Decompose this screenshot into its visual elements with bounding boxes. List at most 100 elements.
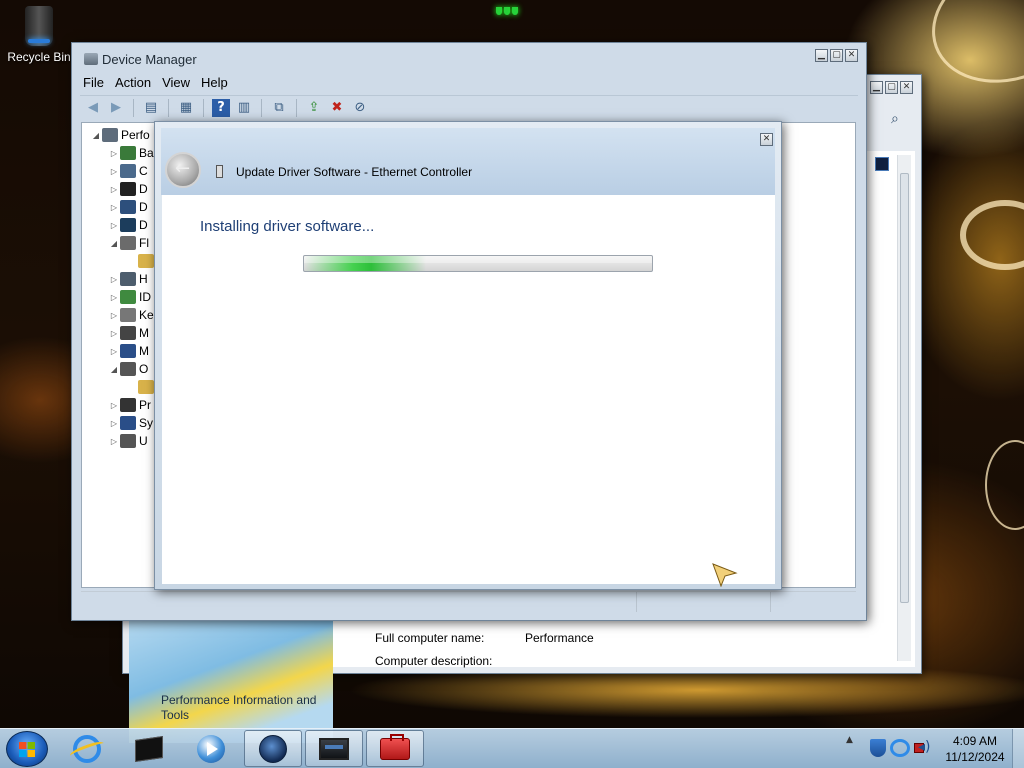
taskbar-toolbox-app[interactable] (366, 730, 424, 767)
taskbar-globe-app[interactable] (244, 730, 302, 767)
tree-expander-icon[interactable]: ▷ (108, 311, 120, 320)
tree-expander-icon[interactable]: ◢ (108, 239, 120, 248)
tree-expander-icon[interactable]: ◢ (108, 365, 120, 374)
tree-item[interactable]: ▷ M (108, 324, 149, 342)
tree-item[interactable]: ▷ D (108, 216, 148, 234)
toolbar-separator (296, 98, 297, 117)
start-button[interactable] (6, 731, 48, 767)
volume-icon[interactable]: ◂) (918, 739, 934, 757)
tree-item[interactable]: ▷ Ke (108, 306, 154, 324)
maximize-button[interactable]: ▢ (830, 49, 843, 62)
device-category-icon (120, 434, 136, 448)
minimize-button[interactable]: ▁ (815, 49, 828, 62)
tree-expander-icon[interactable]: ▷ (108, 185, 120, 194)
tree-item[interactable]: ▷ H (108, 270, 148, 288)
action-center-icon[interactable] (870, 739, 886, 757)
tree-item[interactable]: ▷ M (108, 342, 149, 360)
tree-expander-icon[interactable]: ▷ (108, 437, 120, 446)
minimize-button[interactable]: ▁ (870, 81, 883, 94)
uninstall-icon[interactable]: ✖ (328, 99, 346, 117)
performance-info-link[interactable]: Performance Information and Tools (161, 693, 331, 723)
back-arrow-icon[interactable] (165, 152, 201, 188)
command-prompt-icon (135, 735, 163, 762)
update-driver-dialog[interactable]: ✕ Update Driver Software - Ethernet Cont… (154, 121, 782, 590)
tree-item[interactable]: ◢ Perfo (90, 126, 150, 144)
forward-icon[interactable]: ▶ (107, 99, 125, 117)
show-hidden-icons-button[interactable]: ▲ (846, 735, 856, 745)
menu-help[interactable]: Help (198, 73, 236, 93)
system-tray: ▲ ◂) 4:09 AM 11/12/2024 (842, 729, 1024, 768)
menu-bar: File Action View Help (80, 73, 858, 93)
close-button[interactable]: ✕ (845, 49, 858, 62)
tree-item[interactable]: ▷ Sy (108, 414, 153, 432)
recycle-bin-icon (25, 6, 53, 46)
menu-action[interactable]: Action (112, 73, 159, 93)
device-category-icon (138, 254, 154, 268)
help-icon[interactable]: ? (212, 98, 230, 117)
close-button[interactable]: ✕ (900, 81, 913, 94)
search-icon[interactable]: ⌕ (891, 111, 913, 133)
show-hide-tree-icon[interactable]: ▤ (142, 99, 160, 117)
tree-expander-icon[interactable]: ▷ (108, 401, 120, 410)
clock[interactable]: 4:09 AM 11/12/2024 (940, 733, 1010, 765)
tree-expander-icon[interactable]: ▷ (108, 419, 120, 428)
scrollbar[interactable] (897, 155, 911, 661)
close-button[interactable]: ✕ (760, 133, 773, 146)
globe-app-icon (259, 734, 287, 763)
back-icon[interactable]: ◀ (84, 99, 102, 117)
toolbar: ◀ ▶ ▤ ▦ ? ▥ ⧉ ⇪ ✖ ⊘ (80, 95, 858, 119)
tree-item[interactable]: ▷ D (108, 180, 148, 198)
tree-expander-icon[interactable]: ▷ (108, 275, 120, 284)
disable-icon[interactable]: ⊘ (351, 99, 369, 117)
tree-expander-icon[interactable]: ▷ (108, 293, 120, 302)
tree-item-label: Pr (139, 398, 151, 412)
tree-expander-icon[interactable]: ▷ (108, 347, 120, 356)
device-manager-app-icon (319, 737, 349, 760)
show-desktop-button[interactable] (1012, 729, 1024, 768)
tree-item[interactable]: ◢ O (108, 360, 148, 378)
tree-item[interactable]: ▷ D (108, 198, 148, 216)
taskbar-media-player[interactable] (182, 730, 240, 767)
computer-name-value: Performance (525, 631, 594, 645)
network-adapter-icon (216, 165, 223, 178)
tree-expander-icon[interactable]: ▷ (108, 149, 120, 158)
tree-expander-icon[interactable]: ▷ (108, 203, 120, 212)
clock-time: 4:09 AM (952, 734, 998, 748)
tree-item-label: Sy (139, 416, 154, 430)
tree-expander-icon[interactable]: ◢ (90, 131, 102, 140)
tree-expander-icon[interactable]: ▷ (108, 221, 120, 230)
device-category-icon (120, 218, 136, 232)
taskbar-internet-explorer[interactable] (58, 730, 116, 767)
device-category-icon (120, 272, 136, 286)
desktop-icon-recycle-bin[interactable]: Recycle Bin (4, 6, 74, 64)
scan-hardware-icon[interactable]: ⧉ (270, 99, 288, 117)
scrollbar-thumb[interactable] (900, 173, 909, 603)
tree-item-label: M (139, 326, 149, 340)
device-category-icon (120, 164, 136, 178)
menu-view[interactable]: View (159, 73, 198, 93)
tree-expander-icon[interactable]: ▷ (108, 329, 120, 338)
tree-item[interactable]: ▷ Ba (108, 144, 154, 162)
tree-item[interactable]: ▷ U (108, 432, 148, 450)
internet-explorer-tray-icon[interactable] (890, 739, 910, 757)
taskbar-command-prompt[interactable] (120, 730, 178, 767)
view-icon[interactable]: ▥ (235, 99, 253, 117)
performance-banner[interactable]: Performance Information and Tools (129, 619, 333, 743)
taskbar-device-manager[interactable] (305, 730, 363, 767)
properties-icon[interactable]: ▦ (177, 99, 195, 117)
menu-file[interactable]: File (80, 73, 112, 93)
maximize-button[interactable]: ▢ (885, 81, 898, 94)
tree-item-label: Ke (139, 308, 154, 322)
tree-item[interactable] (126, 252, 157, 270)
computer-name-label: Full computer name: (375, 631, 485, 645)
tree-item[interactable]: ▷ C (108, 162, 148, 180)
wallpaper-swirl (985, 440, 1024, 530)
update-driver-icon[interactable]: ⇪ (305, 99, 323, 117)
tree-item-label: Fl (139, 236, 149, 250)
device-category-icon (120, 146, 136, 160)
tree-item[interactable]: ▷ Pr (108, 396, 151, 414)
tree-item[interactable]: ◢ Fl (108, 234, 149, 252)
tree-item[interactable]: ▷ ID (108, 288, 151, 306)
tree-expander-icon[interactable]: ▷ (108, 167, 120, 176)
tree-item[interactable] (126, 378, 157, 396)
